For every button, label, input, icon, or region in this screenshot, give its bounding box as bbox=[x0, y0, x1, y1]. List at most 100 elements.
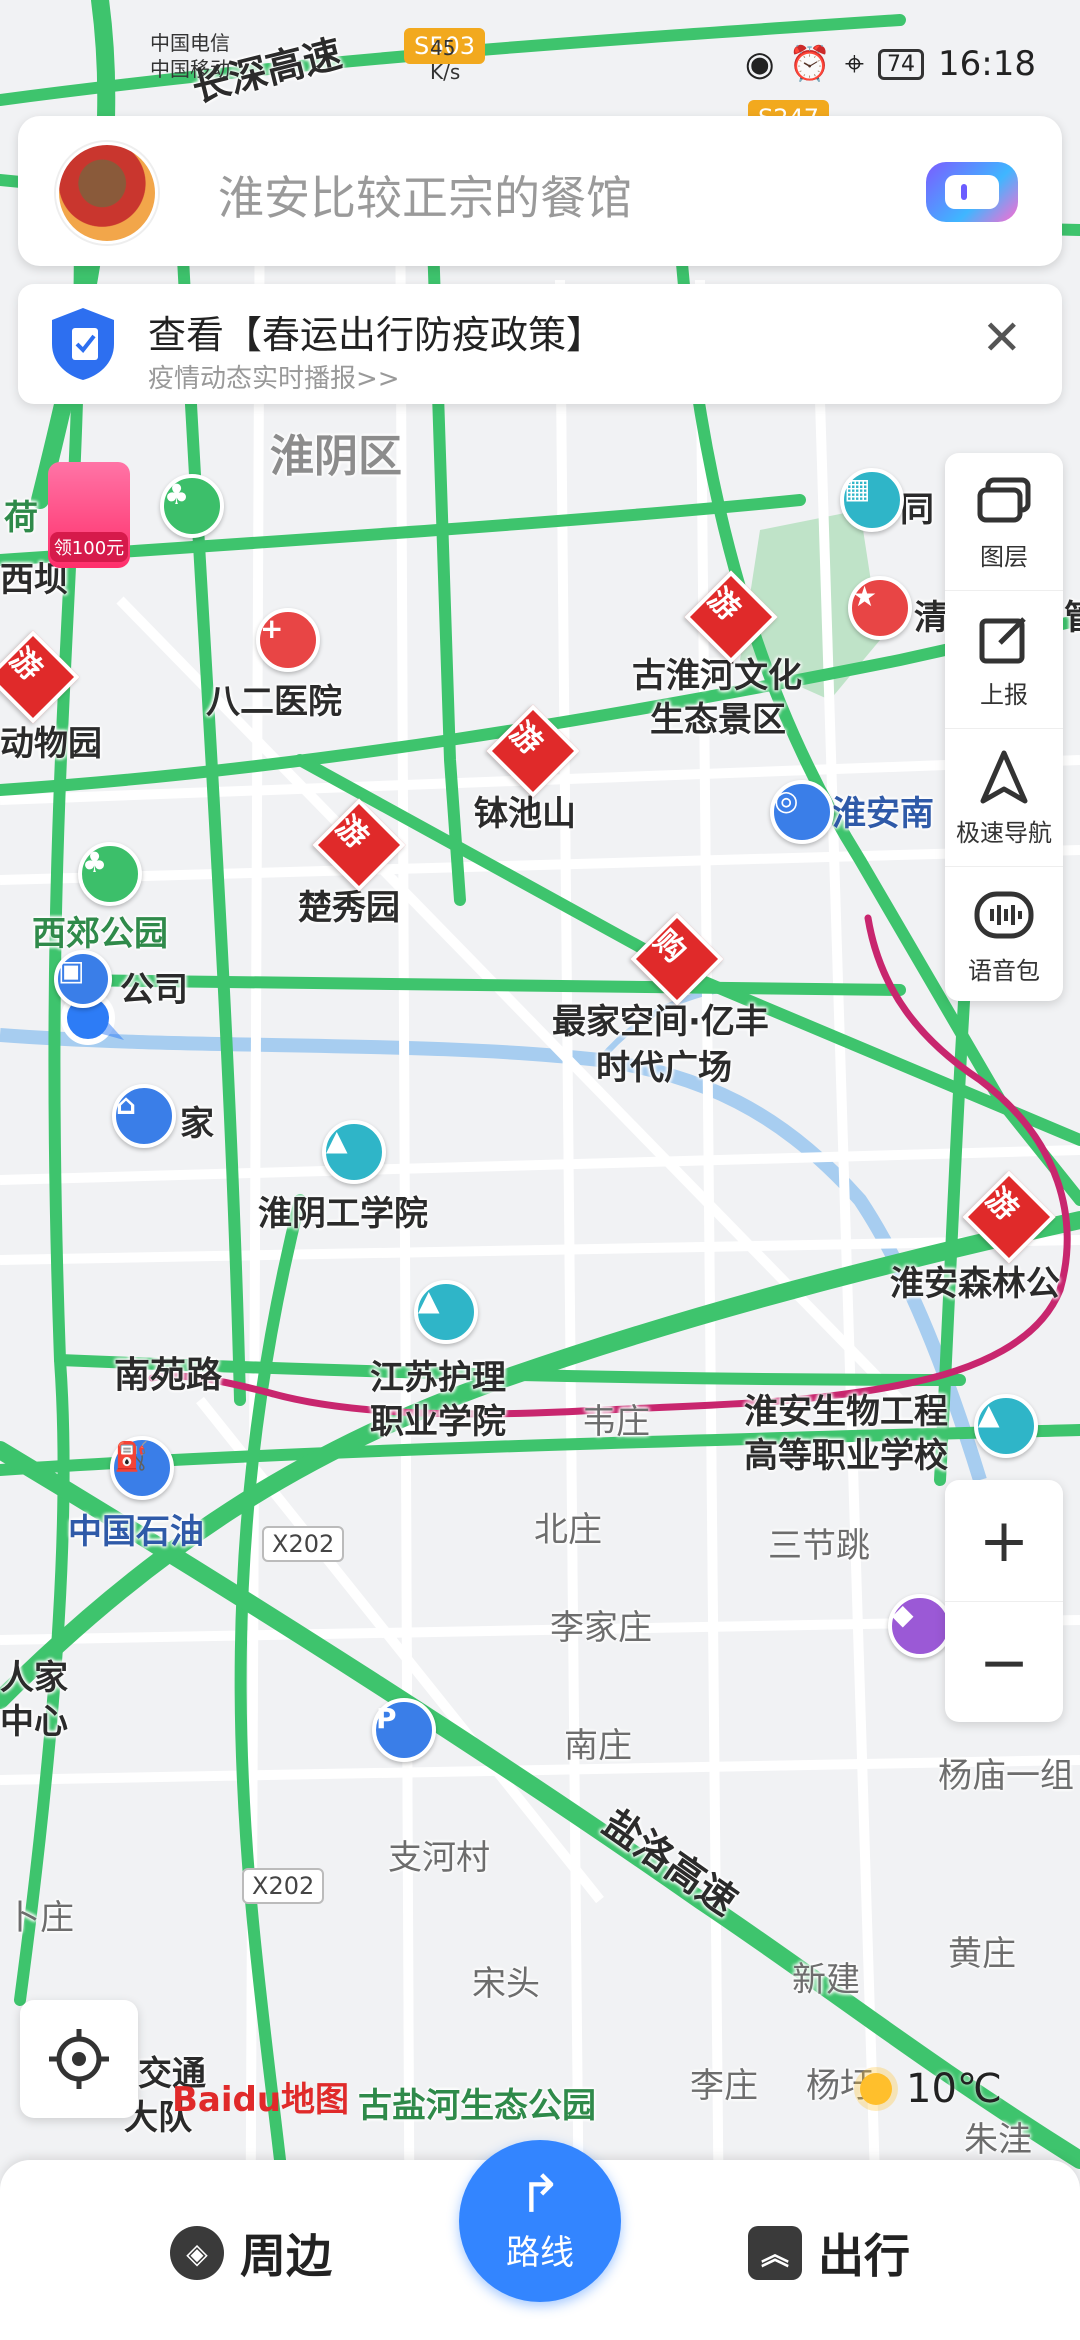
route-label: 路线 bbox=[506, 2232, 574, 2273]
poi-label-zoo: 动物园 bbox=[0, 724, 102, 764]
place-label: 三节跳 bbox=[768, 1526, 870, 1566]
poi-label-jiangsu-nursing: 江苏护理 bbox=[370, 1358, 506, 1398]
baidu-map-logo: Baidu地图 bbox=[172, 2080, 350, 2120]
park-marker-icon[interactable]: ♣ bbox=[160, 474, 224, 538]
road-badge-x202: X202 bbox=[262, 1526, 345, 1562]
status-bar: 中国电信 中国移动 45 K/s ◉ ⏰ ⌖ 74 16:18 bbox=[0, 0, 1080, 110]
fast-navigation-button[interactable]: 极速导航 bbox=[945, 729, 1063, 867]
travel-label: 出行 bbox=[818, 2229, 910, 2283]
shopping-marker-icon[interactable]: 购 bbox=[630, 912, 724, 1006]
school-marker-icon[interactable]: ▲ bbox=[414, 1280, 478, 1344]
road-label-nanyuan: 南苑路 bbox=[114, 1355, 223, 1396]
layers-icon bbox=[976, 471, 1032, 531]
star-marker-icon[interactable]: ★ bbox=[848, 576, 912, 640]
poi-label-huaiyin-tech: 淮阴工学院 bbox=[258, 1194, 428, 1234]
scenic-marker-icon[interactable]: 游 bbox=[684, 570, 778, 664]
promo-label: 领100元 bbox=[49, 532, 129, 562]
parking-marker-icon[interactable]: P bbox=[372, 1698, 436, 1762]
district-label: 淮阴区 bbox=[270, 431, 402, 482]
poi-label-chuxiu: 楚秀园 bbox=[298, 888, 400, 928]
place-label: 支河村 bbox=[388, 1838, 490, 1878]
layers-button[interactable]: 图层 bbox=[945, 453, 1063, 591]
notice-title: 查看【春运出行防疫政策】 bbox=[148, 313, 605, 357]
epidemic-notice-banner[interactable]: 查看【春运出行防疫政策】 疫情动态实时播报>> ✕ bbox=[18, 284, 1062, 404]
poi-label-qing: 清 bbox=[914, 598, 948, 638]
train-station-marker-icon[interactable]: ◎ bbox=[770, 780, 834, 844]
scenic-marker-icon[interactable]: 游 bbox=[0, 630, 80, 724]
poi-label-guhuaihe-2: 生态景区 bbox=[650, 700, 786, 740]
place-label: 北庄 bbox=[534, 1510, 602, 1550]
search-input[interactable]: 淮安比较正宗的餐馆 bbox=[218, 162, 632, 228]
notice-subtitle[interactable]: 疫情动态实时播报>> bbox=[148, 358, 400, 395]
poi-label-xijiao: 西郊公园 bbox=[32, 914, 168, 954]
nearby-button[interactable]: ◈ 周边 bbox=[170, 2220, 332, 2286]
road-badge-x202: X202 bbox=[242, 1868, 325, 1904]
weather-widget[interactable]: 10℃ bbox=[860, 2066, 1002, 2112]
battery-icon: 74 bbox=[878, 48, 925, 80]
travel-button[interactable]: ︽ 出行 bbox=[748, 2220, 910, 2286]
poi-label-huaiannan: 淮安南 bbox=[832, 794, 934, 834]
status-right: ◉ ⏰ ⌖ 74 16:18 bbox=[745, 44, 1036, 84]
sun-icon bbox=[860, 2073, 892, 2105]
school-marker-icon[interactable]: ▲ bbox=[322, 1120, 386, 1184]
poi-label-bio: 淮安生物工程 bbox=[744, 1392, 948, 1432]
route-arrow-icon: ↱ bbox=[518, 2164, 562, 2225]
close-icon[interactable]: ✕ bbox=[982, 314, 1022, 362]
location-icon: ⌖ bbox=[844, 44, 865, 84]
voice-pack-label: 语音包 bbox=[968, 957, 1040, 985]
navigation-icon bbox=[979, 747, 1029, 807]
poi-label-bio-2: 高等职业学校 bbox=[744, 1436, 948, 1476]
report-button[interactable]: 上报 bbox=[945, 591, 1063, 729]
zoom-control: + − bbox=[945, 1480, 1063, 1722]
zoom-out-button[interactable]: − bbox=[945, 1602, 1063, 1723]
user-avatar[interactable] bbox=[56, 142, 158, 244]
clock: 16:18 bbox=[938, 44, 1036, 84]
scenic-marker-icon[interactable]: 游 bbox=[486, 704, 580, 798]
place-label: 卜庄 bbox=[6, 1898, 74, 1938]
company-marker-icon[interactable]: ▣ bbox=[54, 950, 112, 1008]
report-icon bbox=[978, 609, 1030, 669]
park-marker-icon[interactable]: ♣ bbox=[78, 842, 142, 906]
poi-label-zuijia: 最家空间·亿丰 bbox=[552, 1002, 769, 1042]
promo-red-packet[interactable]: 领100元 bbox=[48, 462, 130, 568]
home-marker-icon[interactable]: ⌂ bbox=[112, 1084, 176, 1148]
shop-marker-icon[interactable]: ◆ bbox=[888, 1594, 952, 1658]
poi-label-jiangsu-nursing-2: 职业学院 bbox=[370, 1402, 506, 1442]
carrier-1: 中国电信 bbox=[150, 31, 230, 55]
place-label: 南庄 bbox=[564, 1726, 632, 1766]
network-speed: 45 K/s bbox=[430, 36, 461, 84]
zoom-in-button[interactable]: + bbox=[945, 1480, 1063, 1602]
poi-label-forest: 淮安森林公 bbox=[890, 1264, 1060, 1304]
poi-label-company: 公司 bbox=[120, 970, 188, 1010]
travel-icon: ︽ bbox=[748, 2226, 802, 2280]
locate-me-button[interactable] bbox=[20, 2000, 138, 2118]
building-marker-icon[interactable]: ▦ bbox=[840, 468, 904, 532]
place-label: 黄庄 bbox=[948, 1934, 1016, 1974]
hospital-marker-icon[interactable]: + bbox=[256, 608, 320, 672]
voice-assistant-button[interactable] bbox=[926, 162, 1018, 222]
search-bar[interactable]: 淮安比较正宗的餐馆 bbox=[18, 116, 1062, 266]
school-marker-icon[interactable]: ▲ bbox=[974, 1394, 1038, 1458]
voice-assistant-icon bbox=[945, 175, 999, 209]
temperature: 10℃ bbox=[906, 2066, 1002, 2112]
place-label: 李家庄 bbox=[550, 1608, 652, 1648]
report-label: 上报 bbox=[980, 681, 1028, 709]
poi-label-bayi: 八二医院 bbox=[206, 682, 342, 722]
crosshair-icon bbox=[49, 2029, 109, 2089]
voice-pack-icon bbox=[974, 885, 1034, 945]
carrier-info: 中国电信 中国移动 bbox=[150, 30, 230, 82]
poi-label-renjia-2: 中心 bbox=[0, 1702, 68, 1742]
scenic-marker-icon[interactable]: 游 bbox=[962, 1170, 1056, 1264]
carrier-2: 中国移动 bbox=[150, 57, 230, 81]
route-button[interactable]: ↱ 路线 bbox=[459, 2140, 621, 2302]
voice-pack-button[interactable]: 语音包 bbox=[945, 867, 1063, 1004]
poi-label-guan: 管 bbox=[1064, 590, 1080, 639]
place-label: 宋头 bbox=[472, 1964, 540, 2004]
gas-station-marker-icon[interactable]: ⛽ bbox=[110, 1436, 174, 1500]
poi-label-bochishan: 钵池山 bbox=[474, 794, 576, 834]
poi-label-guyanhe: 古盐河生态公园 bbox=[358, 2086, 596, 2126]
navigation-label: 极速导航 bbox=[956, 819, 1052, 847]
scenic-marker-icon[interactable]: 游 bbox=[312, 798, 406, 892]
place-label: 新建 bbox=[792, 1960, 860, 2000]
layers-label: 图层 bbox=[980, 543, 1028, 571]
